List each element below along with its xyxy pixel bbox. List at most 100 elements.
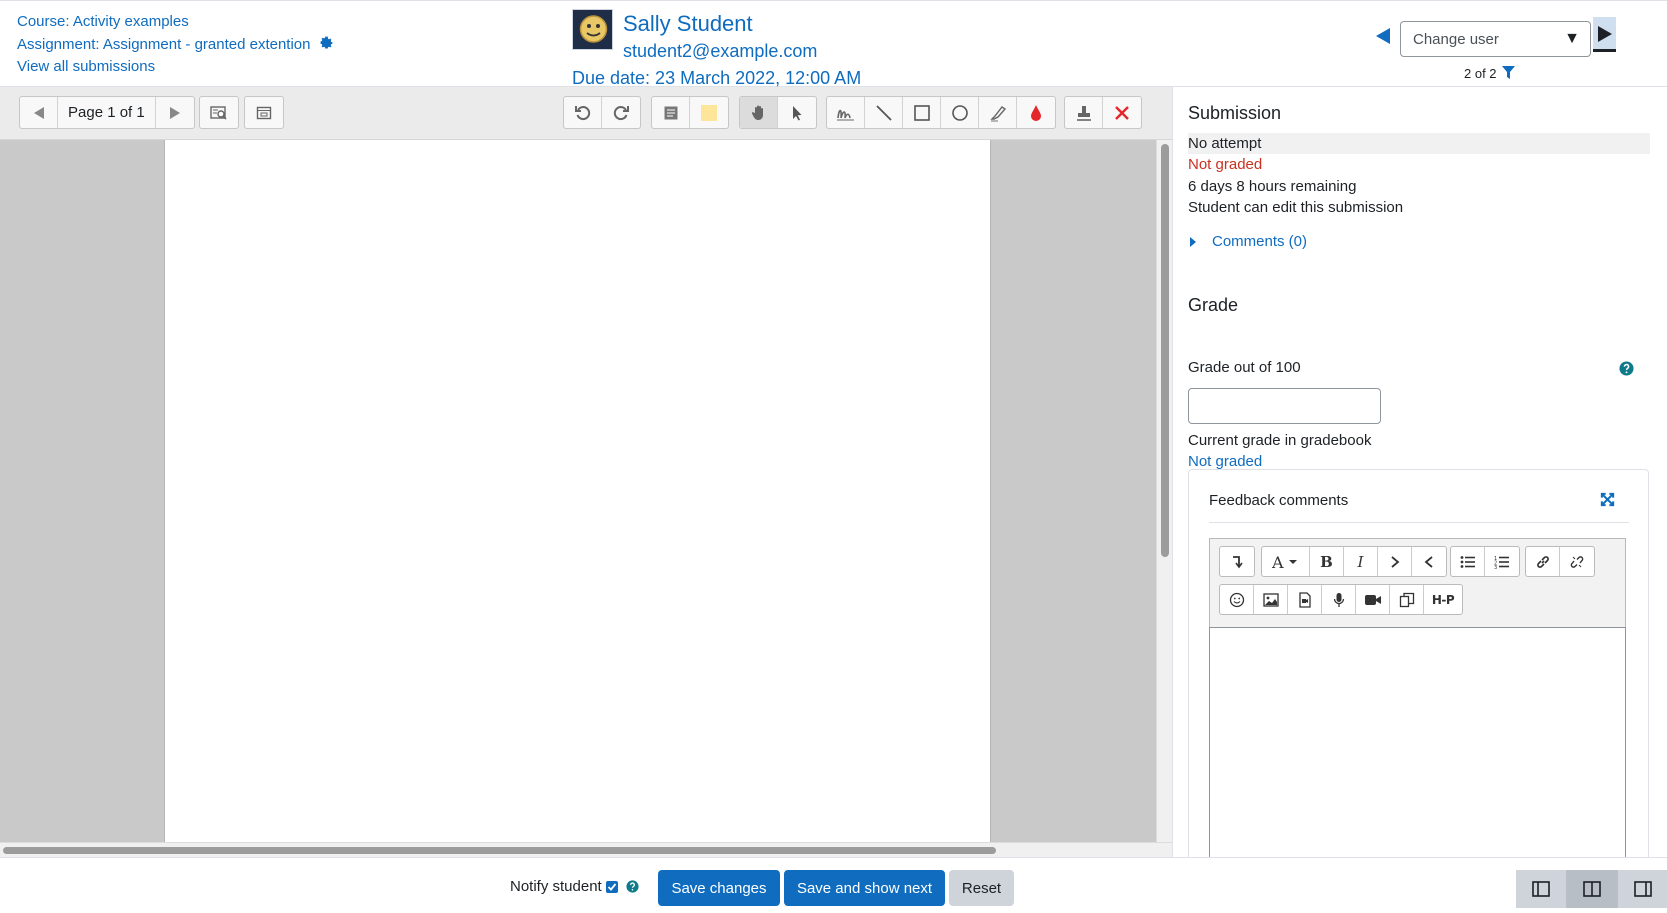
oval-icon[interactable] (941, 97, 979, 128)
search-comments-icon[interactable] (200, 97, 238, 128)
default-layout-icon[interactable] (1567, 870, 1618, 908)
indent-icon[interactable] (1378, 547, 1412, 576)
change-user-label: Change user (1413, 31, 1499, 48)
comment-colour-icon[interactable] (690, 97, 728, 128)
feedback-comments-editor[interactable] (1209, 627, 1626, 857)
assignment-link[interactable]: Assignment: Assignment - granted extenti… (17, 36, 311, 53)
page-navigation: Page 1 of 1 (19, 96, 195, 129)
gear-icon[interactable] (319, 36, 334, 51)
pan-icon[interactable] (740, 97, 778, 128)
panel-scrollbar[interactable] (1661, 87, 1667, 857)
vertical-scrollbar[interactable] (1156, 140, 1172, 842)
comments-toggle[interactable]: Comments (0) (1190, 233, 1307, 250)
gradebook-value-link[interactable]: Not graded (1188, 453, 1262, 470)
reset-button[interactable]: Reset (949, 870, 1014, 906)
annotation-colour-icon[interactable] (1017, 97, 1055, 128)
image-icon[interactable] (1254, 585, 1288, 614)
record-video-icon[interactable] (1356, 585, 1390, 614)
drawing-tools-group (826, 96, 1056, 129)
link-group (1525, 546, 1595, 577)
stamp-icon[interactable] (1065, 97, 1103, 128)
notify-student: Notify student (510, 878, 639, 895)
media-icon[interactable] (1288, 585, 1322, 614)
highlight-icon[interactable] (979, 97, 1017, 128)
feedback-comments-card: Feedback comments A B I 1 2 3 H-P (1188, 469, 1649, 857)
italic-icon[interactable]: I (1344, 547, 1378, 576)
search-comments-group (199, 96, 239, 129)
grade-panel: Submission No attempt Not graded 6 days … (1172, 87, 1667, 857)
svg-text:A: A (1272, 554, 1284, 570)
collapse-icon[interactable] (1220, 547, 1254, 576)
bold-icon[interactable]: B (1310, 547, 1344, 576)
save-and-show-next-button[interactable]: Save and show next (784, 870, 945, 906)
help-icon[interactable] (1619, 361, 1634, 376)
manage-files-icon[interactable] (1390, 585, 1424, 614)
page-select[interactable]: Page 1 of 1 (58, 97, 156, 128)
rotate-left-icon[interactable] (564, 97, 602, 128)
save-changes-button[interactable]: Save changes (658, 870, 780, 906)
course-link[interactable]: Course: Activity examples (17, 13, 189, 30)
gradebook-label: Current grade in gradebook (1188, 432, 1372, 449)
record-audio-icon[interactable] (1322, 585, 1356, 614)
grade-label: Grade out of 100 (1188, 359, 1301, 376)
scrollbar-thumb[interactable] (1161, 144, 1169, 557)
rotate-group (563, 96, 641, 129)
rotate-right-icon[interactable] (602, 97, 640, 128)
grade-input[interactable] (1188, 388, 1381, 424)
view-all-submissions-link[interactable]: View all submissions (17, 58, 155, 75)
link-icon[interactable] (1526, 547, 1560, 576)
next-page-icon[interactable] (156, 97, 194, 128)
font-style-icon[interactable]: A (1262, 547, 1310, 576)
notify-student-label: Notify student (510, 878, 602, 895)
h5p-icon[interactable]: H-P (1424, 585, 1462, 614)
collapse-review-panel-icon[interactable] (1516, 870, 1567, 908)
previous-page-icon[interactable] (20, 97, 58, 128)
grading-actions-bar: Notify student Save changes Save and sho… (0, 857, 1667, 913)
scrollbar-thumb[interactable] (3, 847, 996, 854)
unordered-list-icon[interactable] (1451, 547, 1485, 576)
comments-link[interactable]: Comments (0) (1212, 233, 1307, 250)
ordered-list-icon[interactable]: 123 (1485, 547, 1519, 576)
filter-icon[interactable] (1502, 66, 1515, 80)
pdf-viewer[interactable] (0, 140, 1156, 842)
divider (1209, 522, 1629, 523)
pan-select-group (739, 96, 817, 129)
svg-text:3: 3 (1494, 565, 1497, 569)
annotation-toolbar: Page 1 of 1 (0, 87, 1172, 140)
help-icon[interactable] (626, 880, 639, 893)
user-email[interactable]: student2@example.com (623, 41, 817, 62)
pdf-page[interactable] (164, 140, 991, 842)
rectangle-icon[interactable] (903, 97, 941, 128)
expand-comments-group (244, 96, 284, 129)
text-editor-toolbar: A B I 123 H-P (1209, 538, 1626, 627)
collapse-group (1219, 546, 1255, 577)
previous-user-icon[interactable] (1373, 26, 1393, 46)
user-name-link[interactable]: Sally Student (623, 11, 753, 37)
attempt-status: No attempt (1188, 133, 1650, 154)
submission-heading: Submission (1188, 103, 1282, 123)
collapse-grade-panel-icon[interactable] (1618, 870, 1667, 908)
line-icon[interactable] (865, 97, 903, 128)
outdent-icon[interactable] (1412, 547, 1446, 576)
due-date: Due date: 23 March 2022, 12:00 AM (572, 68, 862, 88)
list-group: 123 (1450, 546, 1520, 577)
expand-icon[interactable] (1600, 492, 1615, 507)
edit-status: Student can edit this submission (1188, 199, 1404, 216)
pen-icon[interactable] (827, 97, 865, 128)
caret-right-icon (1190, 236, 1196, 247)
annotation-editor: Page 1 of 1 (0, 87, 1172, 857)
unlink-icon[interactable] (1560, 547, 1594, 576)
comment-icon[interactable] (652, 97, 690, 128)
formatting-group: A B I (1261, 546, 1447, 577)
change-user-select[interactable]: Change user ▼ (1400, 21, 1591, 57)
horizontal-scrollbar[interactable] (0, 842, 1172, 857)
notify-student-checkbox[interactable] (605, 880, 618, 893)
select-icon[interactable] (778, 97, 816, 128)
emoji-icon[interactable] (1220, 585, 1254, 614)
time-remaining: 6 days 8 hours remaining (1188, 178, 1357, 195)
stamp-cross-icon[interactable] (1103, 97, 1141, 128)
next-user-icon[interactable] (1593, 17, 1616, 52)
user-pager-count: 2 of 2 (1464, 66, 1497, 81)
avatar[interactable] (572, 9, 613, 50)
expand-comments-icon[interactable] (245, 97, 283, 128)
